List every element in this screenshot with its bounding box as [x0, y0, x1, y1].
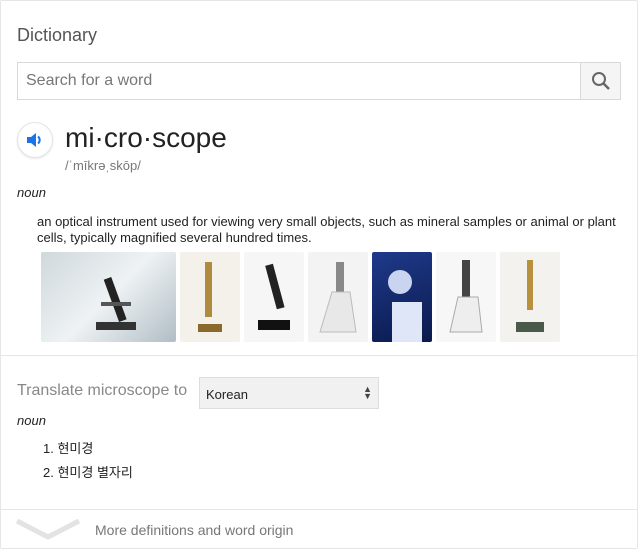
search-box	[17, 62, 621, 100]
image-thumbnail[interactable]	[244, 252, 304, 342]
translate-label: Translate microscope to	[17, 382, 188, 399]
language-select[interactable]: Korean ▲ ▼	[199, 377, 379, 409]
phonetic: /ˈmīkrəˌskōp/	[65, 158, 141, 173]
search-button[interactable]	[580, 63, 620, 99]
image-thumbnail[interactable]	[308, 252, 368, 342]
image-thumbnail[interactable]	[180, 252, 240, 342]
image-thumbnail[interactable]	[500, 252, 560, 342]
microscope-image	[516, 260, 544, 332]
search-icon	[591, 72, 610, 90]
definition: an optical instrument used for viewing v…	[37, 214, 616, 245]
microscope-image	[258, 263, 290, 330]
card-title: Dictionary	[17, 25, 98, 45]
translation-item: 2. 현미경 별자리	[43, 465, 133, 480]
more-definitions-link[interactable]: More definitions and word origin	[95, 522, 293, 538]
speaker-icon	[27, 133, 41, 147]
image-thumbnail[interactable]	[372, 252, 432, 342]
image-thumbnail[interactable]	[41, 252, 176, 342]
pronounce-button[interactable]	[17, 122, 53, 158]
divider	[1, 509, 638, 510]
microscope-image	[198, 262, 222, 332]
select-arrows-icon: ▲ ▼	[363, 384, 372, 401]
headword: mi·cro·scope	[65, 122, 227, 153]
language-select-value: Korean	[206, 387, 248, 402]
dictionary-card: Dictionary mi·cro·scope /ˈmīkrəˌskōp/ no…	[0, 0, 638, 549]
part-of-speech: noun	[17, 185, 46, 200]
image-thumbnail[interactable]	[436, 252, 496, 342]
chevron-down-icon[interactable]	[15, 517, 81, 543]
translate-part-of-speech: noun	[17, 413, 46, 428]
microscope-image	[96, 276, 136, 330]
scientist-image	[388, 270, 422, 342]
microscope-image	[319, 262, 357, 333]
microscope-image	[449, 260, 483, 333]
divider	[1, 355, 638, 356]
search-input[interactable]	[18, 63, 598, 99]
translation-item: 1. 현미경	[43, 441, 94, 456]
